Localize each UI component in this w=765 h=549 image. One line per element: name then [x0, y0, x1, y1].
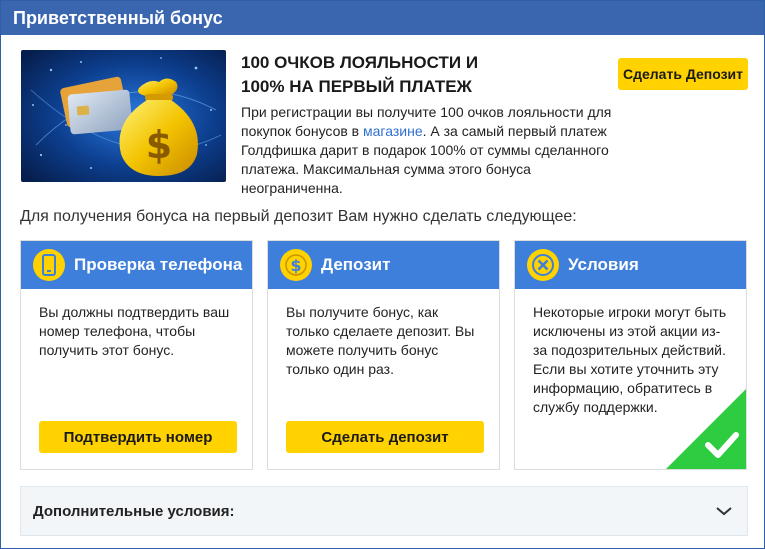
card-text: Вы получите бонус, как только сделаете д…	[286, 304, 475, 377]
phone-icon	[33, 249, 65, 281]
shop-link[interactable]: магазине	[363, 123, 423, 139]
chevron-down-icon[interactable]	[715, 505, 733, 517]
welcome-bonus-panel: Приветственный бонус $ 100 ОЧКОВ ЛОЯЛЬНО…	[0, 0, 765, 549]
card-title: Условия	[568, 255, 639, 274]
x-circle-icon	[527, 249, 559, 281]
card-header: Проверка телефона	[21, 241, 252, 289]
panel-title: Приветственный бонус	[1, 1, 764, 35]
promo-image: $	[21, 50, 226, 182]
card-title: Депозит	[321, 255, 391, 274]
instructions-text: Для получения бонуса на первый депозит В…	[20, 208, 577, 225]
confirm-number-button[interactable]: Подтвердить номер	[39, 421, 237, 453]
card-phone-verification: Проверка телефона Вы должны подтвердить …	[20, 240, 253, 470]
dollar-icon: $	[280, 249, 312, 281]
card-header: $ Депозит	[268, 241, 499, 289]
card-conditions: Условия Некоторые игроки могут быть искл…	[514, 240, 747, 470]
additional-conditions-accordion[interactable]: Дополнительные условия:	[20, 486, 748, 536]
accordion-label: Дополнительные условия:	[33, 502, 235, 520]
money-bag-illustration: $	[21, 50, 226, 182]
svg-text:$: $	[146, 123, 172, 167]
promo-title: 100 ОЧКОВ ЛОЯЛЬНОСТИ И 100% НА ПЕРВЫЙ ПЛ…	[241, 53, 479, 96]
promo-description: При регистрации вы получите 100 очков ло…	[241, 104, 612, 196]
card-title: Проверка телефона	[74, 255, 243, 274]
make-deposit-button[interactable]: Сделать Депозит	[618, 58, 748, 90]
card-header: Условия	[515, 241, 746, 289]
checkmark-icon	[666, 389, 746, 469]
card-text: Вы должны подтвердить ваш номер телефона…	[39, 304, 230, 358]
svg-text:$: $	[290, 256, 301, 275]
card-deposit: $ Депозит Вы получите бонус, как только …	[267, 240, 500, 470]
make-deposit-card-button[interactable]: Сделать депозит	[286, 421, 484, 453]
